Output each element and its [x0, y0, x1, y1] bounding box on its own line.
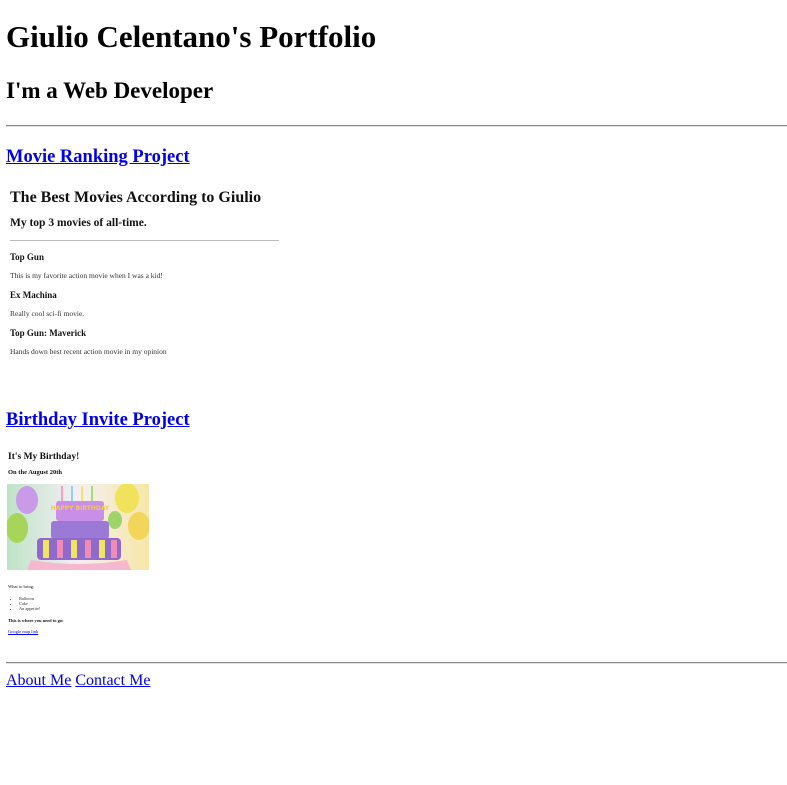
page-title: Giulio Celentano's Portfolio: [6, 19, 377, 54]
birthday-preview-date: On the August 20th: [8, 469, 62, 476]
birthday-preview-map-link: Google map link: [8, 629, 39, 634]
movie-preview-subtitle: My top 3 movies of all-time.: [10, 217, 147, 229]
cake-topper-text: HAPPY BIRTHDAY: [51, 505, 110, 512]
birthday-cake-image: HAPPY BIRTHDAY: [7, 484, 149, 578]
movie-project-heading: Movie Ranking Project: [6, 146, 190, 168]
page-subtitle: I'm a Web Developer: [6, 78, 214, 103]
movie-preview-item-name: Top Gun: Maverick: [10, 328, 87, 338]
top-divider: [6, 125, 787, 127]
movie-preview-item-desc: Really cool sci-fi movie.: [10, 309, 85, 318]
movie-preview-item-name: Ex Machina: [10, 290, 57, 300]
footer-nav: About Me Contact Me: [6, 672, 150, 690]
birthday-project-link[interactable]: Birthday Invite Project: [6, 410, 190, 430]
about-me-link[interactable]: About Me: [6, 672, 71, 689]
movie-preview-item-desc: This is my favorite action movie when I …: [10, 271, 163, 280]
contact-me-link[interactable]: Contact Me: [75, 672, 150, 689]
bottom-divider: [6, 662, 787, 664]
list-item: An appetite!: [19, 606, 40, 611]
birthday-preview-bring-heading: What to bring:: [8, 584, 35, 589]
birthday-preview-bring-list: Balloons Cake An appetite!: [10, 596, 40, 611]
birthday-preview-where-heading: This is where you need to go:: [8, 618, 64, 623]
birthday-preview-title: It's My Birthday!: [8, 452, 80, 462]
movie-preview-title: The Best Movies According to Giulio: [10, 189, 262, 206]
movie-preview-item-name: Top Gun: [10, 252, 44, 262]
movie-preview-divider: [10, 240, 279, 241]
movie-project-link[interactable]: Movie Ranking Project: [6, 147, 190, 167]
birthday-project-screenshot: It's My Birthday! On the August 20th HAP…: [6, 450, 156, 640]
birthday-project-heading: Birthday Invite Project: [6, 409, 190, 431]
movie-project-screenshot: The Best Movies According to Giulio My t…: [6, 180, 282, 365]
movie-preview-item-desc: Hands down best recent action movie in m…: [10, 347, 167, 356]
